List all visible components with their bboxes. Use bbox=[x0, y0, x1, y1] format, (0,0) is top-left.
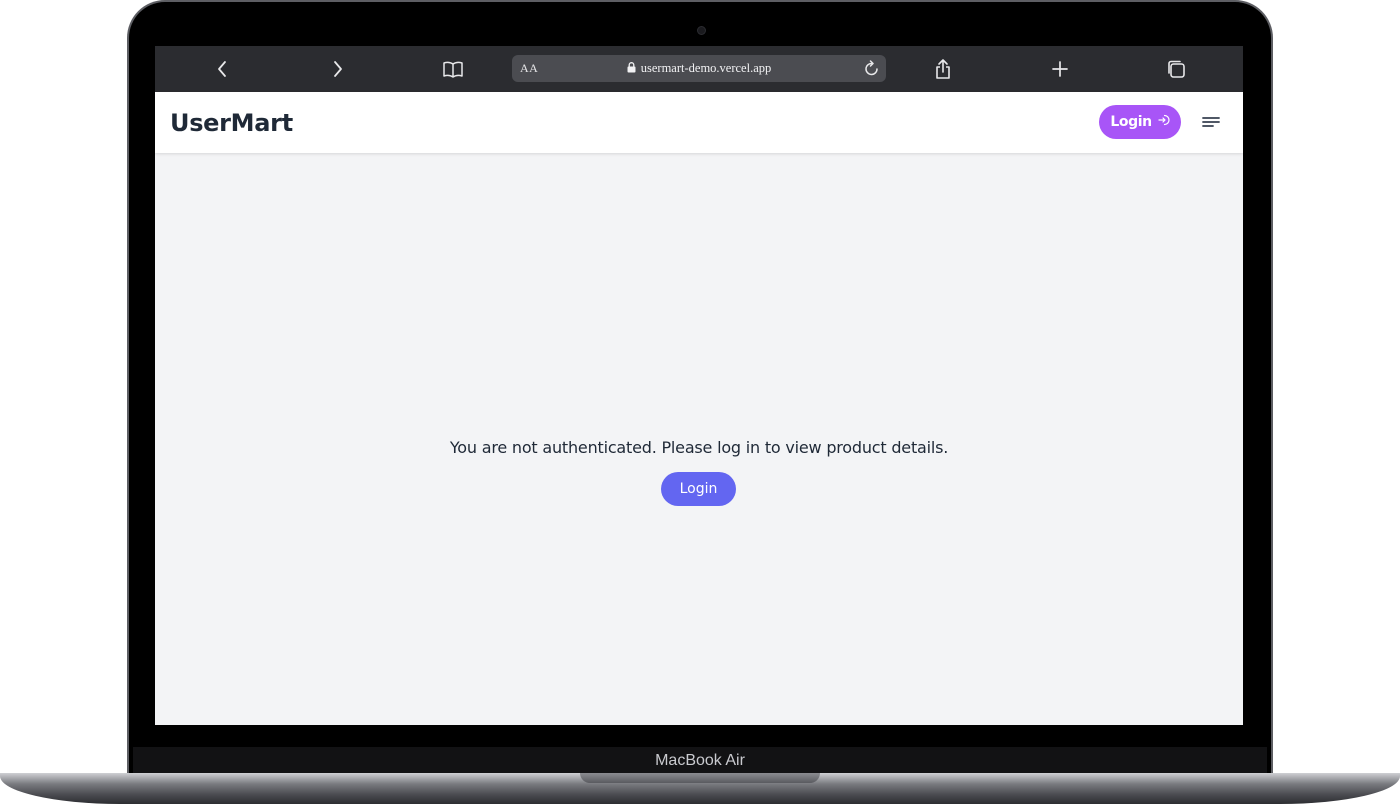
lock-icon bbox=[627, 62, 636, 77]
url-text: usermart-demo.vercel.app bbox=[640, 61, 772, 75]
login-arrow-icon bbox=[1158, 114, 1170, 130]
reload-icon[interactable] bbox=[864, 60, 880, 82]
url-display[interactable]: usermart-demo.vercel.app bbox=[512, 61, 886, 77]
device-label: MacBook Air bbox=[655, 752, 745, 769]
screen: AA usermart-demo.vercel.app UserMart Log… bbox=[155, 46, 1243, 725]
forward-icon[interactable] bbox=[325, 57, 351, 81]
header-login-button[interactable]: Login bbox=[1099, 105, 1181, 139]
brand-logo[interactable]: UserMart bbox=[170, 109, 293, 137]
auth-message: You are not authenticated. Please log in… bbox=[449, 438, 949, 457]
tabs-overview-icon[interactable] bbox=[1163, 57, 1189, 81]
laptop-notch bbox=[580, 773, 820, 783]
back-icon[interactable] bbox=[209, 57, 235, 81]
header-login-label: Login bbox=[1110, 114, 1152, 130]
new-tab-icon[interactable] bbox=[1047, 57, 1073, 81]
bookmarks-icon[interactable] bbox=[440, 57, 466, 81]
site-header: UserMart Login bbox=[155, 92, 1243, 153]
address-bar[interactable]: AA usermart-demo.vercel.app bbox=[512, 55, 886, 82]
login-button[interactable]: Login bbox=[661, 472, 736, 506]
camera bbox=[697, 26, 706, 35]
browser-toolbar: AA usermart-demo.vercel.app bbox=[155, 46, 1243, 92]
share-icon[interactable] bbox=[930, 57, 956, 81]
hamburger-menu-icon[interactable] bbox=[1201, 115, 1221, 129]
